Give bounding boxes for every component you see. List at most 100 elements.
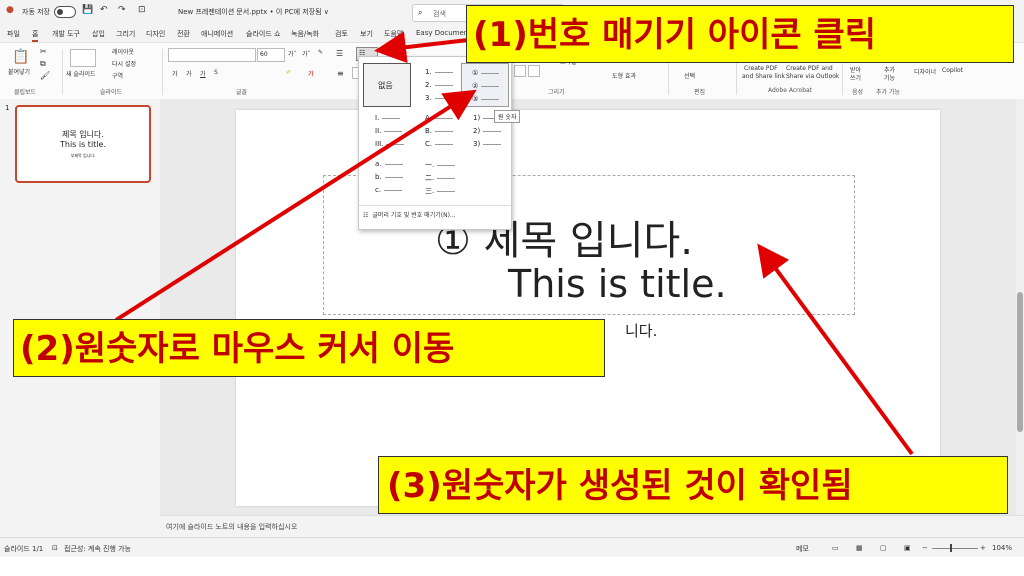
- tab-insert[interactable]: 삽입: [92, 29, 105, 39]
- paste-icon[interactable]: 📋: [12, 49, 29, 65]
- thumbnail-title-en: This is title.: [59, 140, 106, 149]
- dictate-button-line2[interactable]: 쓰기: [850, 73, 861, 82]
- num-label: 2.: [425, 81, 432, 89]
- slide-title-line2[interactable]: This is title.: [508, 262, 727, 306]
- spellcheck-icon[interactable]: ⊡: [52, 544, 58, 552]
- tab-recording[interactable]: 녹음/녹화: [291, 29, 319, 39]
- copy-icon[interactable]: ⧉: [40, 59, 46, 69]
- normal-view-icon[interactable]: ▭: [832, 544, 839, 552]
- num-label: A.: [425, 114, 432, 122]
- tab-transitions[interactable]: 전환: [177, 29, 190, 39]
- reset-button[interactable]: 다시 설정: [112, 59, 136, 68]
- tab-home[interactable]: 홈: [32, 29, 39, 42]
- slide-subtitle[interactable]: 니다.: [625, 320, 657, 341]
- reading-view-icon[interactable]: ▢: [880, 544, 887, 552]
- tab-design[interactable]: 디자인: [146, 29, 165, 39]
- powerpoint-logo-icon: ●: [6, 5, 14, 15]
- num-label: 二.: [425, 174, 435, 182]
- slideshow-view-icon[interactable]: ▣: [904, 544, 911, 552]
- slideshow-start-icon[interactable]: ⊡: [138, 5, 146, 15]
- grow-font-icon[interactable]: 가ˆ: [288, 49, 297, 58]
- tab-help[interactable]: 도움말: [384, 29, 403, 39]
- section-button[interactable]: 구역: [112, 71, 123, 80]
- group-slides: 슬라이드: [100, 89, 123, 96]
- numbering-lower-alpha-option[interactable]: a. b. c.: [363, 155, 409, 197]
- italic-icon[interactable]: 가: [186, 69, 192, 78]
- tab-slideshow[interactable]: 슬라이드 쇼: [246, 29, 280, 39]
- group-editing: 편집: [694, 89, 706, 96]
- font-color-icon[interactable]: 가: [308, 69, 314, 78]
- copilot-button[interactable]: Copilot: [942, 67, 963, 74]
- num-label: ①: [472, 69, 479, 77]
- bottom-strip: [0, 557, 1024, 576]
- numbering-arabic-period-option[interactable]: 1. 2. 3.: [413, 63, 459, 105]
- redo-icon[interactable]: ↷: [118, 5, 126, 15]
- autosave-toggle[interactable]: [54, 6, 76, 18]
- dropdown-divider: [359, 205, 511, 206]
- shape-brace-icon[interactable]: [528, 65, 540, 77]
- underline-icon[interactable]: 가: [200, 69, 206, 78]
- zoom-slider-handle[interactable]: [950, 544, 952, 552]
- font-size-select[interactable]: 60: [257, 48, 285, 62]
- paste-button[interactable]: 붙여넣기: [8, 67, 30, 76]
- zoom-out-icon[interactable]: −: [922, 544, 928, 552]
- strikethrough-icon[interactable]: S: [214, 69, 218, 76]
- undo-icon[interactable]: ↶: [100, 5, 108, 15]
- shrink-font-icon[interactable]: 가ˇ: [302, 49, 311, 58]
- create-pdf-outlook-button[interactable]: Create PDF and: [786, 65, 833, 72]
- zoom-in-icon[interactable]: +: [980, 544, 986, 552]
- circled-number-tooltip: 원 숫자: [494, 110, 521, 123]
- tab-draw[interactable]: 그리기: [116, 29, 135, 39]
- highlight-icon[interactable]: ✐: [286, 69, 291, 76]
- select-button[interactable]: 선택: [684, 71, 695, 80]
- tab-view[interactable]: 보기: [360, 29, 373, 39]
- tab-file[interactable]: 파일: [7, 29, 20, 39]
- search-placeholder: 검색: [433, 10, 446, 18]
- group-font: 글꼴: [236, 89, 248, 96]
- thumbnail-title: 제목 입니다.: [62, 130, 104, 139]
- tab-review[interactable]: 검토: [335, 29, 348, 39]
- create-pdf-outlook-button-line2[interactable]: Share via Outlook: [786, 73, 839, 80]
- format-painter-icon[interactable]: 🖌: [40, 71, 50, 80]
- accessibility-status[interactable]: 접근성: 계속 진행 가능: [64, 544, 131, 554]
- slide-count: 슬라이드 1/1: [4, 545, 44, 553]
- slide-thumbnail[interactable]: 제목 입니다. This is title. 부제목 입니다.: [15, 105, 151, 183]
- new-slide-icon[interactable]: [70, 49, 96, 67]
- notes-pane[interactable]: 여기에 슬라이드 노트의 내용을 입력하십시오: [160, 515, 1024, 538]
- list-settings-icon: ☷: [363, 212, 369, 219]
- zoom-slider[interactable]: [932, 548, 978, 549]
- addins-button-line2[interactable]: 기능: [884, 73, 895, 82]
- save-icon[interactable]: 💾: [82, 5, 93, 15]
- notes-button[interactable]: 메모: [796, 544, 809, 554]
- clear-format-icon[interactable]: ✎: [318, 49, 323, 56]
- new-slide-button[interactable]: 새 슬라이드: [66, 69, 96, 78]
- font-name-select[interactable]: [168, 48, 256, 62]
- create-pdf-link-button[interactable]: Create PDF: [744, 65, 778, 72]
- numbering-roman-option[interactable]: I. II. III.: [363, 109, 409, 151]
- numbering-upper-alpha-option[interactable]: A. B. C.: [413, 109, 459, 151]
- tab-animations[interactable]: 애니메이션: [201, 29, 233, 39]
- shape-bracket-icon[interactable]: [514, 65, 526, 77]
- shape-effects-button[interactable]: 도형 효과: [612, 71, 636, 80]
- numbering-circled-number-option[interactable]: ① ② ③: [461, 63, 509, 107]
- scrollbar-thumb[interactable]: [1017, 292, 1023, 432]
- numbering-none-option[interactable]: 없음: [363, 63, 411, 107]
- bullets-icon[interactable]: ☰: [336, 49, 343, 58]
- designer-button[interactable]: 디자이너: [914, 67, 936, 76]
- search-icon: ⌕: [418, 8, 423, 17]
- cut-icon[interactable]: ✂: [40, 47, 47, 56]
- bold-icon[interactable]: 가: [172, 69, 178, 78]
- tab-easy-document[interactable]: Easy Document: [416, 29, 471, 37]
- layout-button[interactable]: 레이아웃: [112, 47, 134, 56]
- numbering-hanja-option[interactable]: 一. 二. 三.: [413, 155, 459, 197]
- document-title: New 프레젠테이션 문서.pptx • 이 PC에 저장됨 ∨: [178, 8, 329, 16]
- callout-step1: (1)번호 매기기 아이콘 클릭: [466, 5, 1014, 63]
- align-left-icon[interactable]: ≡: [337, 69, 344, 78]
- bullets-numbering-dialog-link[interactable]: ☷ 글머리 기호 및 번호 매기기(N)...: [363, 210, 456, 219]
- create-pdf-link-button-line2[interactable]: and Share link: [742, 73, 785, 80]
- tab-developer[interactable]: 개발 도구: [52, 29, 80, 39]
- sorter-view-icon[interactable]: ▦: [856, 544, 863, 552]
- zoom-level[interactable]: 104%: [992, 544, 1012, 552]
- ribbon-separator: [62, 49, 63, 95]
- thumbnail-subtitle: 부제목 입니다.: [70, 153, 96, 158]
